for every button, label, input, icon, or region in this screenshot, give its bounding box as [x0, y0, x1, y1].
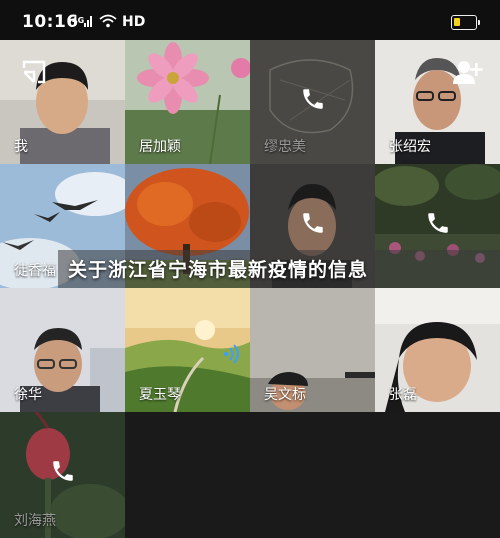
minimize-window-icon[interactable]: [20, 58, 48, 86]
battery-icon: [451, 15, 480, 30]
empty-slot: [375, 412, 500, 538]
empty-slot: [250, 412, 375, 538]
participant-tile[interactable]: 吴文标: [250, 288, 375, 412]
wifi-icon: [99, 13, 117, 32]
status-icons: 4G HD: [72, 14, 145, 30]
participant-name: 夏玉琴: [139, 387, 181, 403]
headline-text: 关于浙江省宁海市最新疫情的信息: [68, 259, 369, 281]
svg-text:4G: 4G: [72, 16, 84, 25]
participant-name: 缪忠美: [264, 139, 306, 155]
participant-tile[interactable]: 刘海燕: [0, 412, 125, 538]
battery-level: [454, 18, 460, 26]
add-user-icon[interactable]: [452, 58, 484, 86]
sound-wave-icon: [222, 343, 244, 365]
phone-icon: [50, 458, 76, 484]
participant-name: 刘海燕: [14, 513, 56, 529]
phone-icon: [300, 210, 326, 236]
participant-tile[interactable]: 张磊: [375, 288, 500, 412]
participant-name: 徐华: [14, 387, 42, 403]
participant-tile[interactable]: 居加颖: [125, 40, 250, 164]
phone-icon: [300, 86, 326, 112]
clock: 10:16: [22, 12, 79, 32]
participant-name: 张磊: [389, 387, 417, 403]
hd-label: HD: [122, 14, 146, 30]
participant-name: 张绍宏: [389, 139, 431, 155]
participant-grid: 我 居加颖 缪忠美 张绍宏 徒香福 徐华 夏玉琴 吴文标 张磊 刘海燕: [0, 40, 500, 538]
participant-tile[interactable]: 缪忠美: [250, 40, 375, 164]
empty-slot: [125, 412, 250, 538]
participant-name: 吴文标: [264, 387, 306, 403]
participant-tile[interactable]: 徐华: [0, 288, 125, 412]
signal-icon: 4G: [72, 13, 94, 32]
participant-name: 我: [14, 139, 28, 155]
participant-tile[interactable]: 我: [0, 40, 125, 164]
participant-name: 徒香福: [14, 263, 56, 279]
phone-icon: [425, 210, 451, 236]
status-bar: 10:16 4G HD: [0, 0, 500, 40]
participant-name: 居加颖: [139, 139, 181, 155]
